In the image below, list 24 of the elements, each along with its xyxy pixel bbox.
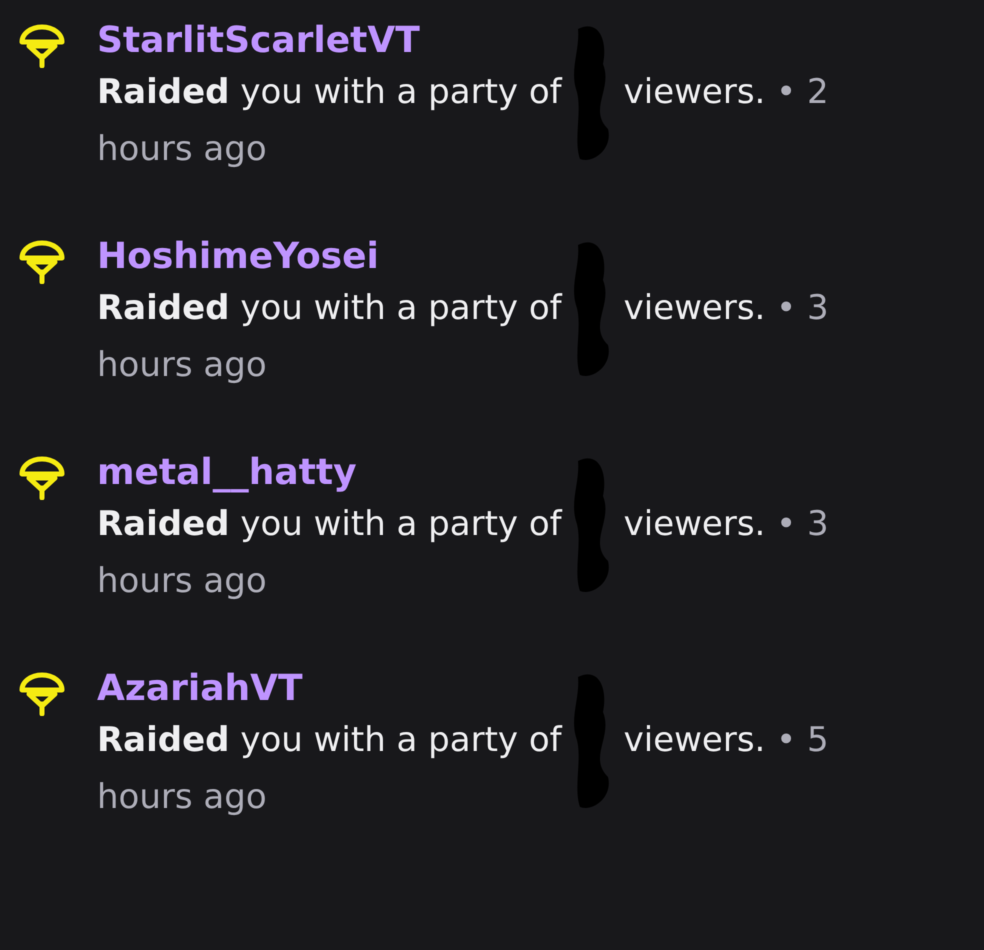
raid-message: viewers. — [624, 720, 766, 760]
raid-message: Raided you with a party of — [97, 288, 562, 328]
timestamp: • 5 — [776, 720, 829, 760]
raid-message: viewers. — [624, 72, 766, 112]
timestamp: • 3 — [776, 288, 829, 328]
raid-message: viewers. — [624, 288, 766, 328]
parachute-icon — [19, 240, 65, 284]
timestamp: hours ago — [97, 128, 267, 171]
raid-message: Raided you with a party of — [97, 72, 562, 112]
timestamp: hours ago — [97, 344, 267, 387]
parachute-icon — [19, 456, 65, 500]
username-link[interactable]: metal__hatty — [97, 450, 357, 496]
timestamp: • 3 — [776, 504, 829, 544]
parachute-icon — [19, 24, 65, 68]
raid-message: viewers. — [624, 504, 766, 544]
username-link[interactable]: StarlitScarletVT — [97, 18, 420, 64]
parachute-icon — [19, 672, 65, 716]
raid-message: Raided you with a party of — [97, 504, 562, 544]
username-link[interactable]: HoshimeYosei — [97, 234, 379, 280]
username-link[interactable]: AzariahVT — [97, 666, 303, 712]
timestamp: • 2 — [776, 72, 829, 112]
raid-message: Raided you with a party of — [97, 720, 562, 760]
timestamp: hours ago — [97, 560, 267, 603]
timestamp: hours ago — [97, 776, 267, 819]
